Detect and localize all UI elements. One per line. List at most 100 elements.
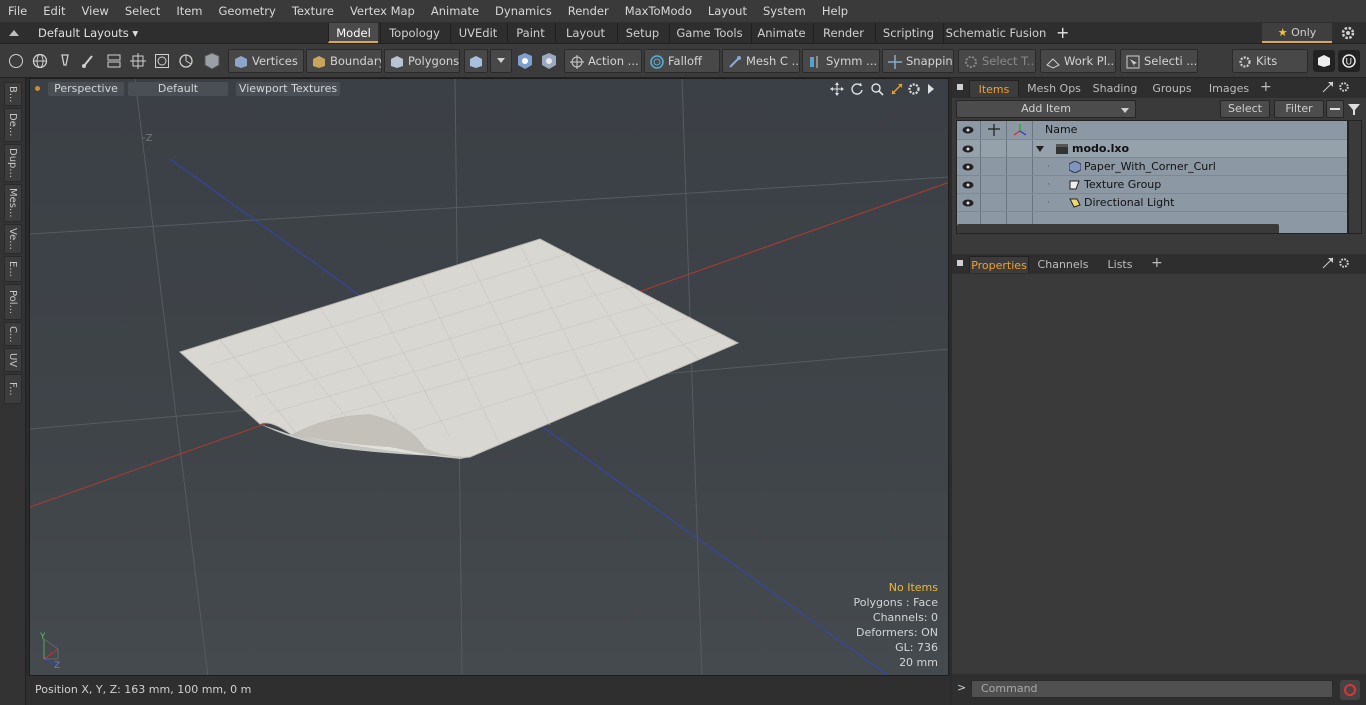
panel-expand-icon[interactable] bbox=[1322, 81, 1334, 93]
selection-sets-button[interactable]: Selecti ... bbox=[1120, 49, 1198, 73]
tab-render[interactable]: Render bbox=[813, 23, 873, 43]
mode-dropdown-button[interactable] bbox=[490, 49, 512, 73]
unity-icon[interactable] bbox=[1313, 50, 1335, 72]
item-list[interactable]: Name modo.lxo · Paper_With_Corner_Curl ·… bbox=[956, 120, 1348, 234]
viewport-textures-button[interactable]: Viewport Textures bbox=[236, 82, 340, 96]
expand-right-icon[interactable] bbox=[926, 83, 936, 95]
tree-row-texture-group[interactable]: · Texture Group bbox=[957, 176, 1347, 194]
collapse-icon[interactable] bbox=[8, 26, 20, 38]
tab-game-tools[interactable]: Game Tools bbox=[669, 23, 749, 43]
tree-row-scene[interactable]: modo.lxo bbox=[957, 140, 1347, 158]
menu-vertex-map[interactable]: Vertex Map bbox=[342, 0, 423, 22]
tab-images[interactable]: Images bbox=[1202, 80, 1256, 97]
collapse-list-icon[interactable] bbox=[1326, 100, 1344, 118]
brush-icon[interactable] bbox=[78, 50, 98, 72]
tab-layout[interactable]: Layout bbox=[555, 23, 615, 43]
horizontal-scrollbar[interactable] bbox=[957, 224, 1279, 233]
menu-render[interactable]: Render bbox=[560, 0, 617, 22]
left-tab-mesh-edit[interactable]: Mes... bbox=[4, 184, 22, 222]
view-type-button[interactable]: Perspective bbox=[48, 82, 124, 96]
tab-uvedit[interactable]: UVEdit bbox=[450, 23, 505, 43]
record-icon[interactable] bbox=[1340, 680, 1360, 700]
menu-item[interactable]: Item bbox=[168, 0, 210, 22]
add-panel-tab-icon[interactable]: + bbox=[1260, 79, 1272, 95]
center-icon[interactable] bbox=[128, 50, 148, 72]
snapping-button[interactable]: Snapping bbox=[882, 49, 954, 73]
action-center-button[interactable]: Action ... bbox=[564, 49, 642, 73]
move-icon[interactable] bbox=[830, 82, 844, 96]
polygons-button[interactable]: Polygons bbox=[384, 49, 460, 73]
menu-help[interactable]: Help bbox=[814, 0, 856, 22]
menu-animate[interactable]: Animate bbox=[423, 0, 487, 22]
tab-shading[interactable]: Shading bbox=[1088, 80, 1142, 97]
rotate-icon[interactable] bbox=[850, 82, 864, 96]
left-tab-basic[interactable]: B... bbox=[4, 82, 22, 106]
paint-icon[interactable] bbox=[539, 50, 559, 72]
left-tab-deform[interactable]: De... bbox=[4, 108, 22, 142]
viewport-dot-icon[interactable] bbox=[35, 86, 40, 91]
tab-topology[interactable]: Topology bbox=[380, 23, 448, 43]
tab-model[interactable]: Model bbox=[328, 23, 378, 43]
filter-funnel-icon[interactable] bbox=[1346, 100, 1362, 118]
select-button[interactable]: Select bbox=[1220, 100, 1270, 118]
symmetry-button[interactable]: Symm ... bbox=[802, 49, 880, 73]
tab-properties[interactable]: Properties bbox=[969, 256, 1029, 273]
left-tab-fusion[interactable]: F... bbox=[4, 374, 22, 404]
sculpt-icon[interactable] bbox=[515, 50, 535, 72]
left-tab-duplicate[interactable]: Dup... bbox=[4, 144, 22, 182]
eye-icon[interactable] bbox=[962, 144, 974, 154]
layout-selector[interactable]: Default Layouts ▾ bbox=[38, 22, 138, 44]
paper-mesh[interactable] bbox=[179, 238, 740, 459]
menu-view[interactable]: View bbox=[74, 0, 117, 22]
left-tab-vertex[interactable]: Ve... bbox=[4, 224, 22, 254]
tab-paint[interactable]: Paint bbox=[507, 23, 553, 43]
expand-triangle-icon[interactable] bbox=[1036, 145, 1044, 153]
gear-icon[interactable] bbox=[1340, 25, 1356, 41]
menu-dynamics[interactable]: Dynamics bbox=[487, 0, 560, 22]
kits-button[interactable]: Kits bbox=[1232, 49, 1308, 73]
tab-mesh-ops[interactable]: Mesh Ops bbox=[1024, 80, 1084, 97]
menu-texture[interactable]: Texture bbox=[284, 0, 342, 22]
properties-menu-icon[interactable] bbox=[957, 260, 963, 266]
eye-icon[interactable] bbox=[962, 180, 974, 190]
menu-maxtomodo[interactable]: MaxToModo bbox=[617, 0, 700, 22]
only-toggle[interactable]: ★ Only bbox=[1262, 23, 1332, 43]
left-tab-uv[interactable]: UV bbox=[4, 348, 22, 372]
scene-canvas[interactable]: -Z Y Z bbox=[30, 79, 949, 676]
tree-row-light[interactable]: · Directional Light bbox=[957, 194, 1347, 212]
vertical-scrollbar[interactable] bbox=[1348, 120, 1362, 234]
menu-layout[interactable]: Layout bbox=[700, 0, 755, 22]
tab-items[interactable]: Items bbox=[969, 80, 1019, 97]
tab-scripting[interactable]: Scripting bbox=[875, 23, 941, 43]
cube-shield-icon[interactable] bbox=[202, 50, 222, 72]
tab-setup[interactable]: Setup bbox=[617, 23, 667, 43]
boundary-button[interactable]: Boundary bbox=[306, 49, 382, 73]
vertices-button[interactable]: Vertices bbox=[228, 49, 304, 73]
shading-mode-button[interactable]: Default bbox=[128, 82, 228, 96]
falloff-button[interactable]: Falloff bbox=[644, 49, 720, 73]
pie-icon[interactable] bbox=[176, 50, 196, 72]
command-input[interactable]: Command bbox=[971, 680, 1333, 698]
select-through-button[interactable]: Select T... bbox=[958, 49, 1036, 73]
tab-groups[interactable]: Groups bbox=[1146, 80, 1198, 97]
add-item-chevron-icon[interactable] bbox=[1120, 105, 1130, 113]
panel-gear-icon[interactable] bbox=[1338, 81, 1350, 93]
left-tab-edge[interactable]: E... bbox=[4, 256, 22, 282]
unreal-icon[interactable]: U bbox=[1338, 50, 1360, 72]
add-properties-tab-icon[interactable]: + bbox=[1151, 255, 1163, 271]
eye-icon[interactable] bbox=[962, 198, 974, 208]
mesh-constraint-button[interactable]: Mesh C ... bbox=[722, 49, 800, 73]
frame-icon[interactable] bbox=[152, 50, 172, 72]
item-mode-button[interactable] bbox=[464, 49, 488, 73]
tab-schematic-fusion[interactable]: Schematic Fusion bbox=[943, 23, 1048, 43]
properties-expand-icon[interactable] bbox=[1322, 257, 1334, 269]
left-tab-curve[interactable]: C... bbox=[4, 322, 22, 346]
menu-geometry[interactable]: Geometry bbox=[211, 0, 284, 22]
menu-system[interactable]: System bbox=[755, 0, 814, 22]
panel-menu-icon[interactable] bbox=[957, 84, 963, 90]
add-tab-icon[interactable]: + bbox=[1056, 22, 1069, 44]
filter-button[interactable]: Filter bbox=[1274, 100, 1324, 118]
work-plane-button[interactable]: Work Pl... bbox=[1040, 49, 1116, 73]
menu-edit[interactable]: Edit bbox=[35, 0, 73, 22]
add-item-button[interactable]: Add Item bbox=[956, 100, 1136, 118]
